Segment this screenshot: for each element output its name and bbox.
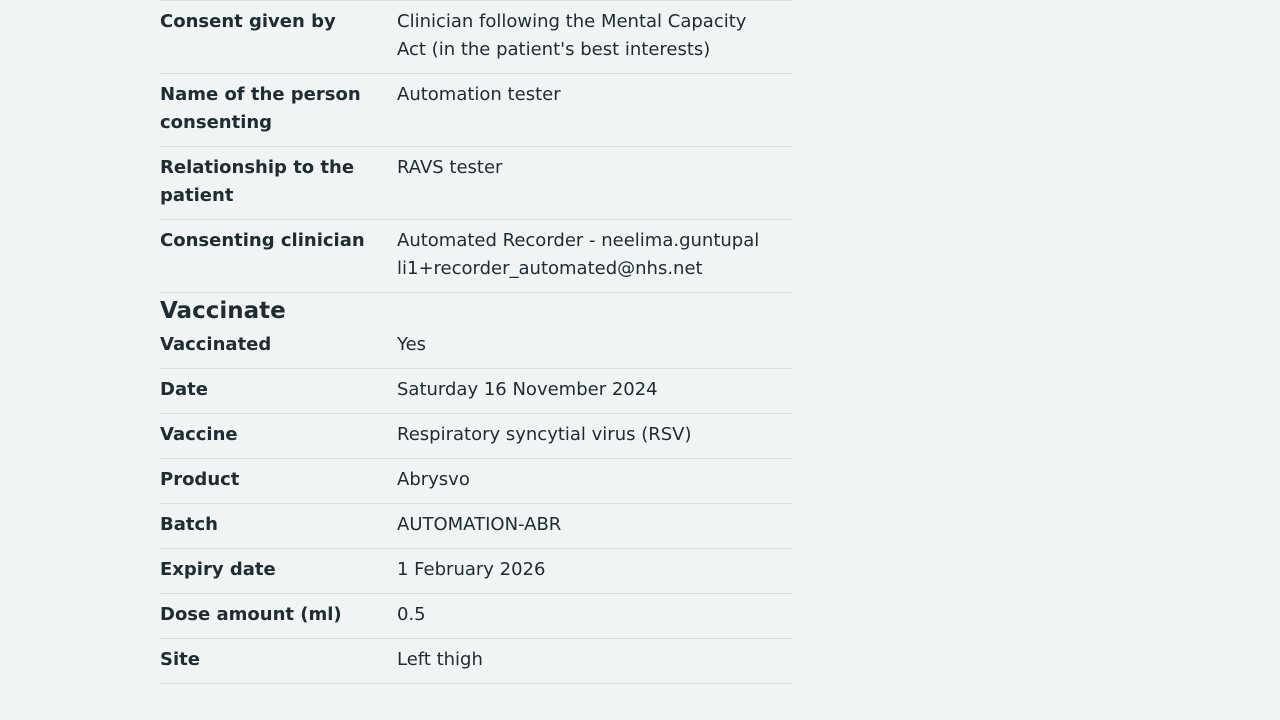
section-heading-vaccinate: Vaccinate <box>160 298 286 324</box>
summary-key: Vaccine <box>160 424 238 445</box>
summary-row-expiry-date: Expiry date 1 February 2026 <box>160 549 792 594</box>
summary-value: Left thigh <box>397 649 483 670</box>
summary-key: Relationship to the patient <box>160 157 355 206</box>
summary-row-date: Date Saturday 16 November 2024 <box>160 369 792 414</box>
summary-row-product: Product Abrysvo <box>160 459 792 504</box>
summary-value: Saturday 16 November 2024 <box>397 379 658 400</box>
summary-value: AUTOMATION-ABR <box>397 514 562 535</box>
summary-row-site: Site Left thigh <box>160 639 792 684</box>
summary-key: Vaccinated <box>160 334 272 355</box>
summary-value: Abrysvo <box>397 469 470 490</box>
summary-key: Dose amount (ml) <box>160 604 342 625</box>
summary-value: Clinician following the Mental Capacity … <box>397 11 747 60</box>
summary-key: Date <box>160 379 208 400</box>
summary-value: Automated Recorder - neelima.guntupalli1… <box>397 230 760 279</box>
summary-key: Product <box>160 469 240 490</box>
summary-row-batch: Batch AUTOMATION-ABR <box>160 504 792 549</box>
summary-key: Name of the person consenting <box>160 84 361 133</box>
summary-value: RAVS tester <box>397 157 503 178</box>
summary-key: Consenting clinician <box>160 230 365 251</box>
summary-row-vaccine: Vaccine Respiratory syncytial virus (RSV… <box>160 414 792 459</box>
summary-row-consenting-clinician: Consenting clinician Automated Recorder … <box>160 220 792 293</box>
summary-row-dose-amount: Dose amount (ml) 0.5 <box>160 594 792 639</box>
summary-key: Site <box>160 649 200 670</box>
summary-row-vaccinated: Vaccinated Yes <box>160 327 792 369</box>
summary-key: Expiry date <box>160 559 276 580</box>
summary-value: 0.5 <box>397 604 426 625</box>
summary-value: Yes <box>397 334 427 355</box>
page: Consent given by Clinician following the… <box>0 0 1280 720</box>
summary-key: Batch <box>160 514 218 535</box>
summary-row-consent-given-by: Consent given by Clinician following the… <box>160 0 792 74</box>
summary-value: 1 February 2026 <box>397 559 546 580</box>
summary-value: Automation tester <box>397 84 561 105</box>
summary-row-relationship: Relationship to the patient RAVS tester <box>160 147 792 220</box>
summary-value: Respiratory syncytial virus (RSV) <box>397 424 692 445</box>
consent-summary-list: Consent given by Clinician following the… <box>160 0 792 684</box>
summary-key: Consent given by <box>160 11 336 32</box>
summary-row-person-consenting: Name of the person consenting Automation… <box>160 74 792 147</box>
